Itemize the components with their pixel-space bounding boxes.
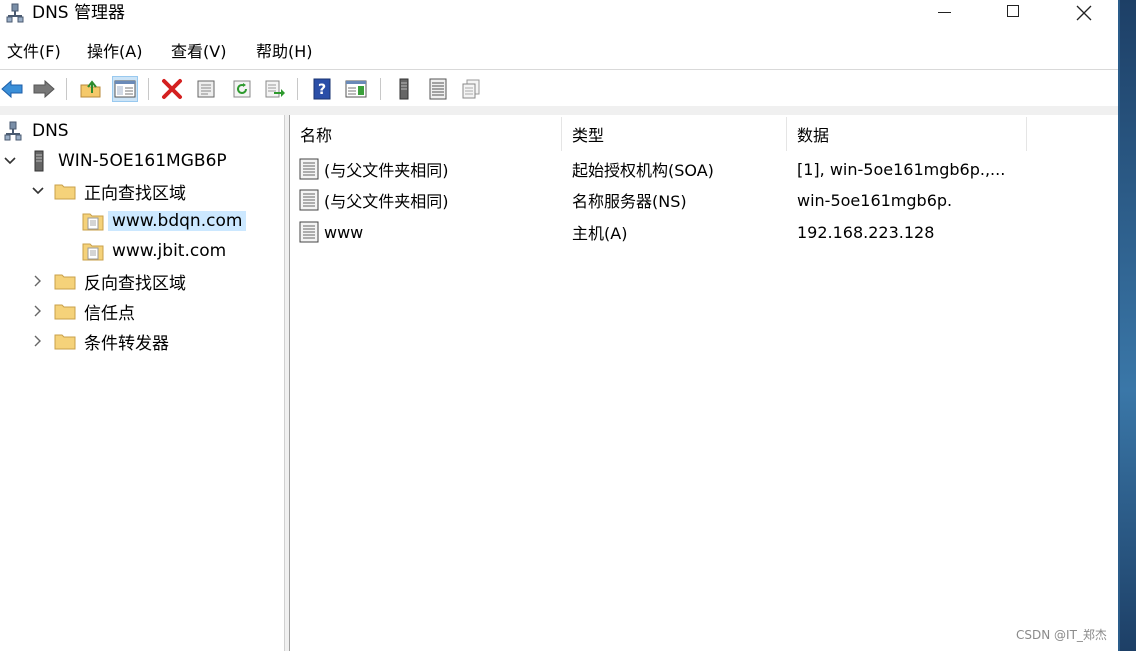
toolbar-separator <box>380 78 381 100</box>
tree-item-label: 正向查找区域 <box>84 183 186 204</box>
tree-item-label: 条件转发器 <box>84 333 169 354</box>
table-row[interactable]: (与父文件夹相同) 名称服务器(NS) win-5oe161mgb6p. <box>290 185 1118 215</box>
tree-item-reverse-zones[interactable]: 反向查找区域 <box>34 267 186 295</box>
record-data: [1], win-5oe161mgb6p.,... <box>797 159 1006 179</box>
folder-icon <box>54 180 76 202</box>
back-button[interactable] <box>0 76 25 102</box>
maximize-button[interactable] <box>978 0 1048 26</box>
delete-button[interactable] <box>159 76 185 102</box>
zone-icon <box>82 240 104 262</box>
folder-icon <box>54 300 76 322</box>
table-row[interactable]: (与父文件夹相同) 起始授权机构(SOA) [1], win-5oe161mgb… <box>290 154 1118 184</box>
dns-app-icon <box>6 3 24 23</box>
watermark: CSDN @IT_郑杰 <box>1016 628 1107 642</box>
server-icon <box>28 150 50 172</box>
record-type: 起始授权机构(SOA) <box>572 161 714 180</box>
server-button[interactable] <box>391 76 417 102</box>
menu-view[interactable]: 查看(V) <box>171 42 226 62</box>
refresh-button[interactable] <box>229 76 255 102</box>
tree-item-forward-zones[interactable]: 正向查找区域 <box>32 177 186 205</box>
up-one-level-button[interactable] <box>78 76 104 102</box>
export-list-button[interactable] <box>262 76 288 102</box>
window-title: DNS 管理器 <box>32 3 126 23</box>
chevron-right-icon[interactable] <box>30 273 46 289</box>
tree-item-server[interactable]: WIN-5OE161MGB6P <box>4 147 227 175</box>
record-name: (与父文件夹相同) <box>324 161 449 180</box>
export-list-icon <box>265 80 285 98</box>
title-bar: DNS 管理器 <box>0 0 1118 26</box>
help-button[interactable]: ? <box>309 76 335 102</box>
tree-item-dns[interactable]: DNS <box>2 117 69 145</box>
record-type: 名称服务器(NS) <box>572 192 687 211</box>
tree-item-label: WIN-5OE161MGB6P <box>58 151 227 171</box>
dns-icon <box>2 120 24 142</box>
toolbar-separator <box>297 78 298 100</box>
chevron-down-icon[interactable] <box>30 183 46 199</box>
toolbar-separator <box>148 78 149 100</box>
show-hide-action-pane-icon <box>345 80 367 98</box>
properties-icon <box>197 80 215 98</box>
folder-icon <box>54 270 76 292</box>
menu-bar: 文件(F) 操作(A) 查看(V) 帮助(H) <box>0 38 1118 66</box>
tree-item-label: 反向查找区域 <box>84 273 186 294</box>
svg-text:?: ? <box>318 82 326 98</box>
chevron-right-icon[interactable] <box>30 303 46 319</box>
column-header-name[interactable]: 名称 <box>290 117 562 151</box>
list-view-button[interactable] <box>425 76 451 102</box>
chevron-down-icon[interactable] <box>2 153 18 169</box>
show-hide-action-pane-button[interactable] <box>343 76 369 102</box>
help-icon: ? <box>313 78 331 100</box>
menu-help[interactable]: 帮助(H) <box>256 42 313 62</box>
folder-icon <box>54 330 76 352</box>
table-row[interactable]: www 主机(A) 192.168.223.128 <box>290 217 1118 247</box>
close-button[interactable] <box>1048 0 1118 26</box>
up-folder-icon <box>80 80 101 98</box>
tree-item-zone-jbit[interactable]: www.jbit.com <box>82 237 226 265</box>
record-name: (与父文件夹相同) <box>324 192 449 211</box>
tree-item-zone-bdqn[interactable]: www.bdqn.com <box>82 207 247 235</box>
tree-item-conditional-forwarders[interactable]: 条件转发器 <box>34 327 169 355</box>
desktop-background-edge <box>1118 0 1136 651</box>
column-header-data[interactable]: 数据 <box>787 117 1027 151</box>
record-data: win-5oe161mgb6p. <box>797 190 953 210</box>
record-data: 192.168.223.128 <box>797 222 935 242</box>
tree-item-label: www.bdqn.com <box>108 211 247 231</box>
delete-icon <box>162 79 182 99</box>
close-icon <box>1076 5 1092 21</box>
record-icon <box>299 221 319 243</box>
chevron-right-icon[interactable] <box>30 333 46 349</box>
record-list: 名称 类型 数据 (与父文件夹相同) 起始授权机构(SOA) [1], win-… <box>290 115 1118 651</box>
record-name: www <box>324 222 364 242</box>
properties-button[interactable] <box>193 76 219 102</box>
show-hide-tree-icon <box>114 80 136 98</box>
tree-item-label: DNS <box>32 121 69 141</box>
minimize-button[interactable] <box>909 0 979 26</box>
tree-item-trust-points[interactable]: 信任点 <box>34 297 135 325</box>
toolbar: ? <box>0 72 1118 106</box>
toolbar-separator <box>66 78 67 100</box>
record-type: 主机(A) <box>572 224 628 243</box>
menu-separator <box>0 69 1118 70</box>
record-icon <box>299 158 319 180</box>
tree-item-label: www.jbit.com <box>112 241 227 261</box>
menu-action[interactable]: 操作(A) <box>87 42 142 62</box>
show-hide-tree-button[interactable] <box>112 76 138 102</box>
content-top-border <box>0 106 1118 115</box>
zone-icon <box>82 210 104 232</box>
console-tree: DNS WIN-5OE161MGB6P 正向查找区域 www.bdqn.com … <box>0 115 284 651</box>
forward-icon <box>33 79 55 99</box>
refresh-icon <box>233 80 251 98</box>
copy-button[interactable] <box>458 76 484 102</box>
record-icon <box>299 189 319 211</box>
back-icon <box>1 79 23 99</box>
server-icon <box>399 78 409 100</box>
forward-button[interactable] <box>31 76 57 102</box>
column-header-type[interactable]: 类型 <box>562 117 787 151</box>
menu-file[interactable]: 文件(F) <box>7 42 61 62</box>
tree-item-label: 信任点 <box>84 303 135 324</box>
list-icon <box>429 78 447 100</box>
copy-icon <box>462 79 480 99</box>
